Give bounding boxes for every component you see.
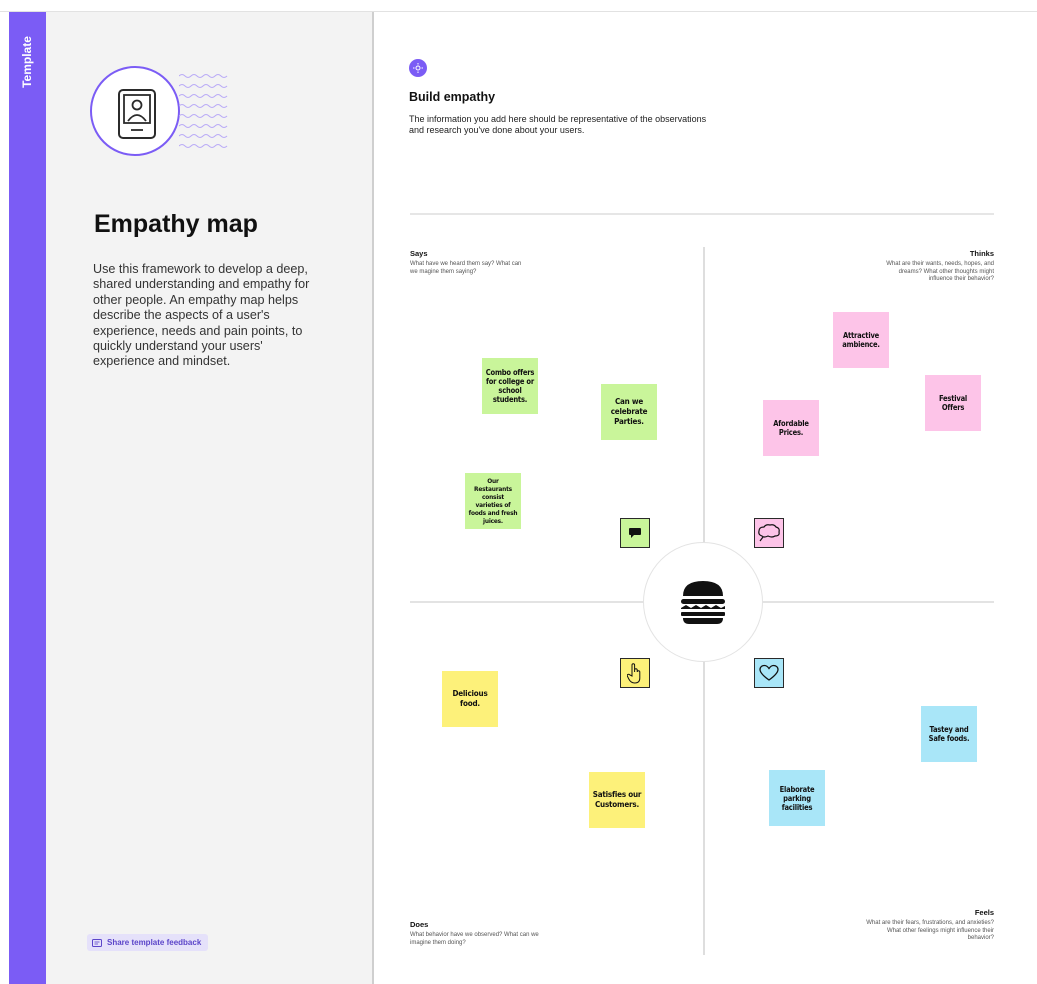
template-tag: Template — [12, 22, 42, 102]
does-icon-tile — [620, 658, 650, 688]
says-title: Says — [410, 249, 428, 258]
heart-icon — [759, 664, 779, 681]
sticky-note-parking[interactable]: Elaborate parking facilities — [769, 770, 825, 826]
sticky-note-satisfies-customers[interactable]: Satisfies our Customers. — [589, 772, 645, 828]
hero-illustration — [90, 66, 180, 156]
page-title: Empathy map — [94, 210, 258, 238]
feels-title: Feels — [974, 908, 994, 917]
sparkle-icon — [413, 63, 423, 73]
sticky-note-tastey-safe[interactable]: Tastey and Safe foods. — [921, 706, 977, 762]
thinks-icon-tile — [754, 518, 784, 548]
panel-divider — [372, 12, 374, 984]
thought-bubble-icon — [758, 524, 780, 542]
burger-icon — [681, 581, 725, 624]
sticky-note-ambience[interactable]: Attractive ambience. — [833, 312, 889, 368]
does-title: Does — [410, 920, 429, 929]
does-description: What behavior have we observed? What can… — [410, 932, 539, 946]
sticky-note-combo-offers[interactable]: Combo offers for college or school stude… — [482, 358, 538, 414]
page-description: Use this framework to develop a deep, sh… — [93, 262, 310, 369]
tablet-person-icon — [118, 89, 156, 139]
sticky-note-affordable-prices[interactable]: Afordable Prices. — [763, 400, 819, 456]
speech-bubble-icon — [629, 528, 641, 538]
wave-decoration — [179, 74, 228, 148]
template-info-panel: Empathy map Use this framework to develo… — [46, 12, 372, 984]
pointing-hand-icon — [627, 663, 641, 684]
share-feedback-button[interactable]: Share template feedback — [87, 934, 209, 951]
template-tag-label: Template — [20, 36, 34, 88]
sticky-note-festival-offers[interactable]: Festival Offers — [925, 375, 981, 431]
share-feedback-label: Share template feedback — [107, 938, 202, 947]
sticky-note-celebrate-parties[interactable]: Can we celebrate Parties. — [601, 384, 657, 440]
says-description: What have we heard them say? What can we… — [410, 261, 522, 275]
thinks-description: What are their wants, needs, hopes, and … — [886, 261, 994, 283]
build-empathy-heading: Build empathy — [409, 90, 496, 104]
feels-icon-tile — [754, 658, 784, 688]
says-icon-tile — [620, 518, 650, 548]
build-empathy-description: The information you add here should be r… — [409, 114, 707, 136]
build-empathy-badge — [409, 59, 427, 77]
section-divider — [410, 213, 994, 215]
template-strip: Template — [9, 12, 46, 984]
feels-description: What are their fears, frustrations, and … — [866, 920, 994, 942]
sticky-note-varieties[interactable]: Our Restaurants consist varieties of foo… — [465, 473, 521, 529]
sticky-note-delicious-food[interactable]: Delicious food. — [442, 671, 498, 727]
center-persona-circle — [643, 542, 763, 662]
thinks-title: Thinks — [969, 249, 994, 258]
message-icon — [92, 938, 102, 947]
